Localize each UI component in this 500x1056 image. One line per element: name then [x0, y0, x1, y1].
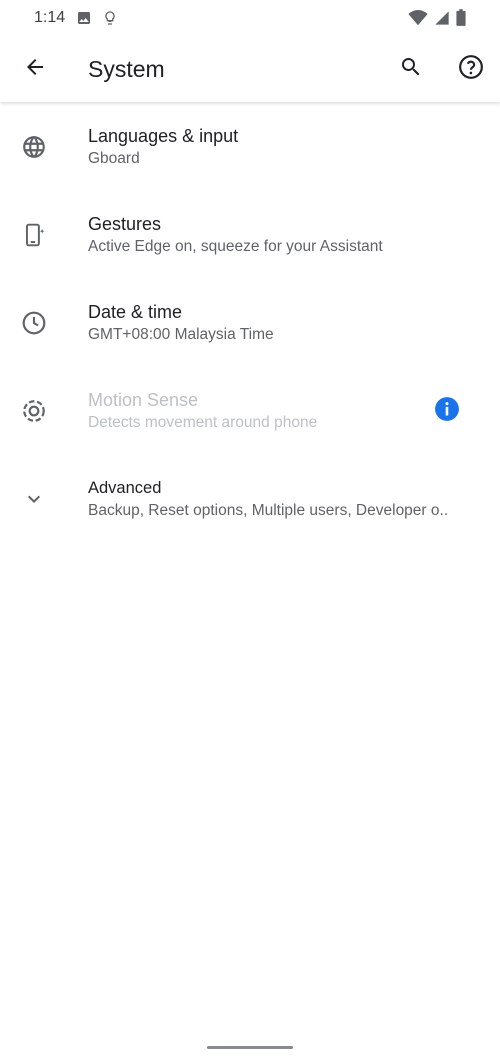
advanced-item[interactable]: Advanced Backup, Reset options, Multiple… — [0, 454, 500, 542]
clock-icon — [20, 309, 48, 337]
image-icon — [76, 10, 92, 31]
chevron-down-icon — [20, 485, 48, 513]
globe-icon — [20, 133, 48, 161]
item-title: Gestures — [88, 214, 162, 234]
help-button[interactable] — [452, 50, 490, 88]
status-left-icons — [76, 9, 118, 32]
item-text: Motion Sense Detects movement around pho… — [88, 388, 484, 434]
item-summary: Backup, Reset options, Multiple users, D… — [88, 502, 449, 519]
item-summary: GMT+08:00 Malaysia Time — [88, 326, 274, 343]
item-text: Advanced Backup, Reset options, Multiple… — [88, 476, 484, 522]
wifi-icon — [408, 9, 428, 31]
phone-gesture-icon — [20, 221, 48, 249]
item-title: Date & time — [88, 302, 183, 322]
item-title: Advanced — [88, 479, 162, 497]
status-time: 1:14 — [34, 9, 66, 26]
status-bar: 1:14 — [0, 0, 500, 36]
item-text: Date & time GMT+08:00 Malaysia Time — [88, 300, 484, 346]
app-bar: System — [0, 36, 500, 102]
gestures-item[interactable]: Gestures Active Edge on, squeeze for you… — [0, 190, 500, 278]
status-right-icons — [408, 9, 466, 31]
battery-icon — [456, 9, 466, 31]
settings-list: Languages & input Gboard Gestures Active… — [0, 102, 500, 542]
info-icon — [434, 396, 460, 427]
item-summary: Detects movement around phone — [88, 414, 318, 431]
search-icon — [399, 55, 423, 84]
item-title: Motion Sense — [88, 390, 199, 410]
item-text: Languages & input Gboard — [88, 124, 484, 170]
back-button[interactable] — [16, 50, 54, 88]
navigation-handle[interactable] — [207, 1046, 293, 1049]
lightbulb-icon — [102, 9, 118, 32]
item-summary: Gboard — [88, 150, 140, 167]
search-button[interactable] — [392, 50, 430, 88]
info-button[interactable] — [434, 396, 460, 427]
languages-input-item[interactable]: Languages & input Gboard — [0, 102, 500, 190]
help-icon — [458, 54, 484, 85]
signal-icon — [434, 10, 450, 31]
motion-sense-icon — [20, 397, 48, 425]
item-summary: Active Edge on, squeeze for your Assista… — [88, 238, 383, 255]
page-title: System — [88, 56, 165, 82]
item-title: Languages & input — [88, 126, 239, 146]
motion-sense-item[interactable]: Motion Sense Detects movement around pho… — [0, 366, 500, 454]
date-time-item[interactable]: Date & time GMT+08:00 Malaysia Time — [0, 278, 500, 366]
item-text: Gestures Active Edge on, squeeze for you… — [88, 212, 484, 258]
back-arrow-icon — [23, 55, 47, 84]
